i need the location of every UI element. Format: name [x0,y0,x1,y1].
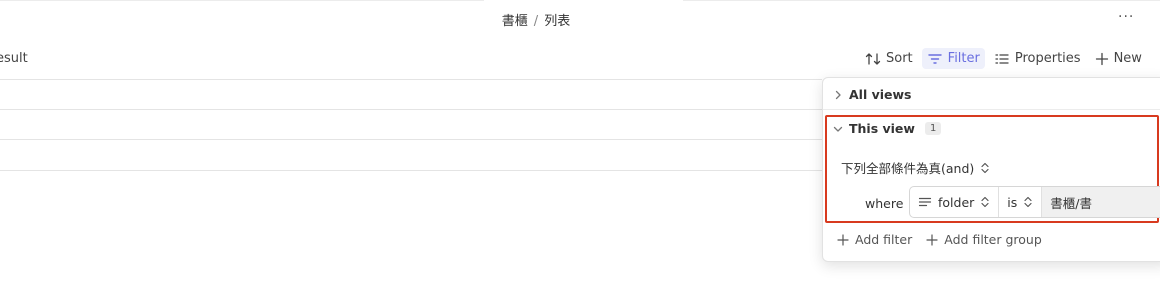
add-filter-row: Add filter Add filter group [837,232,1042,247]
filter-value-input[interactable]: 書櫃/書 [1042,187,1160,217]
table-row-divider [0,79,822,80]
filter-value-text: 書櫃/書 [1050,195,1093,211]
filter-label: Filter [947,51,980,66]
chevron-updown-icon [981,196,989,208]
more-options-icon[interactable]: ··· [1118,9,1134,25]
all-views-toggle[interactable]: All views [833,87,912,102]
breadcrumb-parent[interactable]: 書櫃 [502,14,528,29]
where-label: where [865,196,904,211]
add-filter-group-label: Add filter group [944,232,1042,247]
table-row-divider [0,139,822,140]
table-row-divider [0,170,822,171]
filter-panel: All views This view 1 下列全部條件為真(and) wher… [822,77,1160,262]
plus-icon [926,233,938,246]
filter-icon [927,53,942,64]
sort-button[interactable]: Sort [860,48,918,69]
plus-icon [1095,52,1108,65]
chevron-right-icon [835,90,841,99]
result-label: esult [0,51,28,66]
add-filter-group-button[interactable]: Add filter group [926,232,1042,247]
this-view-count-badge: 1 [924,122,942,135]
filter-field-select[interactable]: folder [910,187,1000,217]
text-property-icon [918,197,932,207]
plus-icon [837,233,849,246]
top-border-right [683,0,1160,1]
sort-icon [865,52,881,65]
top-border-left [0,0,484,1]
table-row-divider [0,109,822,110]
add-filter-button[interactable]: Add filter [837,232,912,247]
chevron-down-icon [833,126,843,132]
filter-operator-label: is [1007,194,1018,210]
new-label: New [1113,51,1142,66]
this-view-toggle[interactable]: This view 1 [833,121,942,136]
filter-button[interactable]: Filter [921,48,985,69]
sort-label: Sort [886,51,913,66]
this-view-label: This view [849,121,915,136]
properties-list-icon [995,53,1009,64]
panel-divider [823,109,1160,110]
add-filter-label: Add filter [855,232,913,247]
filter-rule: folder is 書櫃/書 [909,186,1160,218]
properties-button[interactable]: Properties [989,48,1086,69]
breadcrumb: 書櫃 / 列表 [0,10,1072,29]
chevron-updown-icon [981,162,989,173]
filter-operator-select[interactable]: is [999,187,1043,217]
condition-mode-select[interactable]: 下列全部條件為真(and) [841,158,990,177]
new-button[interactable]: New [1090,48,1147,69]
properties-label: Properties [1014,51,1081,66]
view-toolbar: Sort Filter Properties New [860,48,1151,69]
breadcrumb-separator: / [533,14,539,29]
breadcrumb-current[interactable]: 列表 [544,14,570,29]
all-views-label: All views [849,87,912,102]
chevron-updown-icon [1024,196,1032,208]
filter-field-label: folder [938,194,975,210]
condition-mode-label: 下列全部條件為真(and) [841,161,975,176]
